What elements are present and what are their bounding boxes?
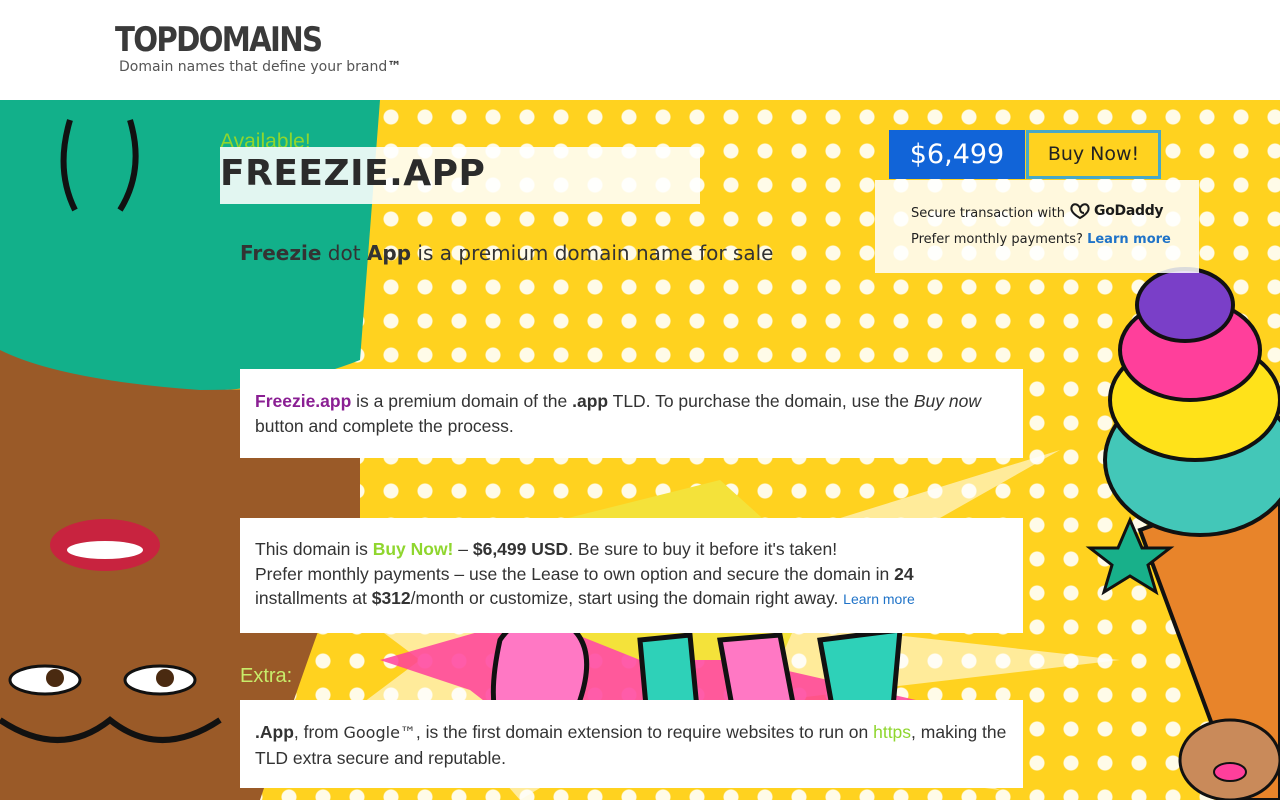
- card2-learn-more-link[interactable]: Learn more: [843, 591, 915, 607]
- card1-text-3: button and complete the process.: [255, 415, 514, 436]
- card2-text-6: /month or customize, start using the dom…: [410, 588, 844, 608]
- card1-buy-now-ref: Buy now: [913, 391, 981, 411]
- learn-more-link[interactable]: Learn more: [1087, 232, 1171, 247]
- left-pupil: [46, 669, 64, 687]
- godaddy-icon: [1070, 203, 1090, 220]
- domain-subtitle: Freezie dot App is a premium domain name…: [240, 241, 773, 265]
- card2-monthly-price: $312: [371, 588, 411, 608]
- pricing-card: This domain is Buy Now! – $6,499 USD. Be…: [240, 518, 1023, 633]
- card2-buy-now-link[interactable]: Buy Now!: [373, 539, 454, 559]
- card1-text-1: is a premium domain of the: [351, 391, 573, 411]
- subtitle-rest: is a premium domain name for sale: [411, 241, 774, 265]
- card2-text-4: Prefer monthly payments – use the Lease …: [255, 563, 895, 584]
- card1-text-2: TLD. To purchase the domain, use the: [608, 391, 914, 411]
- ice-cream-illustration: [1085, 267, 1280, 800]
- extra-https-link[interactable]: https: [873, 722, 911, 742]
- secure-transaction-text: Secure transaction with: [911, 206, 1065, 221]
- extra-label: Extra:: [240, 665, 293, 687]
- extra-google: Google™: [343, 723, 416, 742]
- right-pupil: [156, 669, 174, 687]
- subtitle-word-1: Freezie: [240, 241, 322, 265]
- tagline-text: Domain names that define your brand: [119, 59, 388, 75]
- card2-dash: –: [453, 539, 473, 559]
- subtitle-dot: dot: [321, 241, 367, 265]
- domain-title: FREEZIE.APP: [220, 153, 486, 194]
- secure-transaction-panel: Secure transaction with GoDaddy Prefer m…: [875, 180, 1199, 273]
- card2-text-5: installments at: [255, 588, 372, 608]
- godaddy-label: GoDaddy: [1094, 203, 1164, 219]
- subtitle-word-2: App: [366, 241, 412, 265]
- extra-tld: .App: [255, 722, 294, 742]
- price-tag: $6,499: [889, 130, 1025, 179]
- site-header: TOPDOMAINS Domain names that define your…: [0, 0, 1280, 100]
- card-domain-name: Freezie.app: [255, 391, 352, 411]
- description-card: Freezie.app is a premium domain of the .…: [240, 369, 1023, 458]
- site-tagline: Domain names that define your brand™: [119, 59, 401, 75]
- card1-tld: .app: [572, 391, 609, 411]
- monthly-question: Prefer monthly payments?: [911, 232, 1083, 247]
- left-eye: [8, 664, 82, 696]
- card2-text-3: . Be sure to buy it before it's taken!: [568, 539, 838, 559]
- extra-text-1: , from: [293, 722, 344, 742]
- godaddy-logo: GoDaddy: [1069, 202, 1164, 220]
- buy-now-button[interactable]: Buy Now!: [1026, 130, 1161, 179]
- trademark-mark: ™: [387, 59, 402, 75]
- extra-info-card: .App, from Google™, is the first domain …: [240, 700, 1023, 788]
- site-logo[interactable]: TOPDOMAINS: [115, 20, 323, 60]
- teeth-illustration: [67, 541, 143, 559]
- card2-installments: 24: [894, 563, 914, 584]
- extra-text-2: , is the first domain extension to requi…: [415, 722, 874, 742]
- card2-price: $6,499 USD: [472, 539, 569, 559]
- monthly-payments-prompt: Prefer monthly payments? Learn more: [911, 232, 1171, 247]
- card2-text-1: This domain is: [255, 539, 373, 559]
